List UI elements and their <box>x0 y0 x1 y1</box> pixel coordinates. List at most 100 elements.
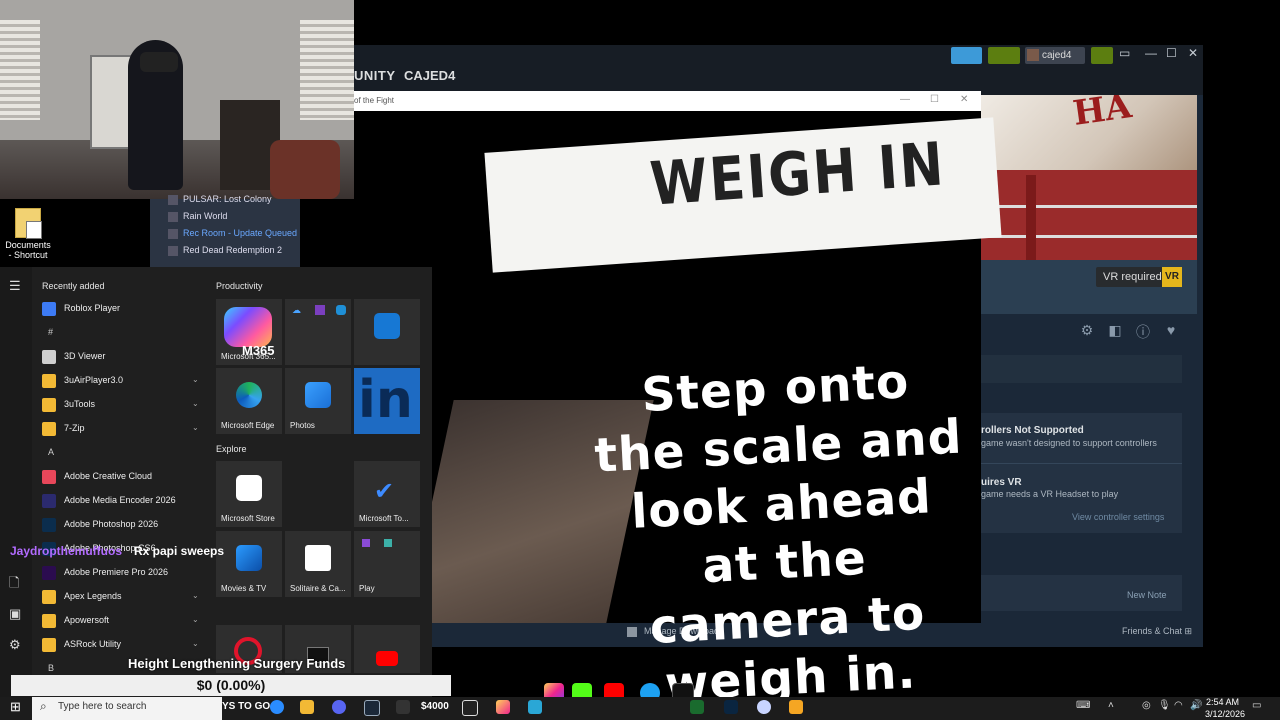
recent-game-item[interactable]: PULSAR: Lost Colony <box>168 194 272 205</box>
tile-m365[interactable]: M365 Microsoft 365... <box>216 299 282 365</box>
gear-icon[interactable]: ⚙ <box>1076 322 1098 342</box>
chevron-down-icon[interactable]: ⌄ <box>192 419 199 437</box>
heart-icon[interactable]: ♥ <box>1160 322 1182 342</box>
camera-icon[interactable]: ◎ <box>1142 700 1151 711</box>
recent-game-item[interactable]: Red Dead Redemption 2 <box>168 245 282 256</box>
maximize-icon[interactable]: ☐ <box>930 94 939 105</box>
keyboard-icon[interactable]: ⌨ <box>1076 700 1090 711</box>
goal-amount: $0 (0.00%) <box>196 677 266 693</box>
app-list-item[interactable]: Adobe Premiere Pro 2026 <box>42 563 168 581</box>
microphone-icon[interactable]: 🎙 <box>1158 700 1171 711</box>
steam-display-icon[interactable]: ▭ <box>1119 46 1130 60</box>
epic-icon[interactable] <box>396 700 410 714</box>
chevron-down-icon[interactable]: ⌄ <box>192 587 199 605</box>
nav-community[interactable]: UNITY <box>354 68 396 83</box>
search-placeholder: Type here to search <box>58 701 147 712</box>
app-list-item[interactable]: 3uAirPlayer3.0 ⌄ <box>42 371 199 389</box>
chat-message: Rx papi sweeps <box>134 544 225 558</box>
tile-photos[interactable]: Photos <box>285 368 351 434</box>
chevron-down-icon[interactable]: ⌄ <box>192 371 199 389</box>
tile-linkedin[interactable]: in <box>354 368 420 434</box>
friends-add-icon: ⊞ <box>1184 626 1193 636</box>
controller-icon[interactable]: ◧ <box>1104 322 1126 342</box>
tile-movies[interactable]: Movies & TV <box>216 531 282 597</box>
tile-outlook[interactable] <box>354 299 420 365</box>
new-note-button[interactable]: New Note <box>1127 590 1167 600</box>
app-label: ASRock Utility <box>64 639 122 649</box>
app-group-letter[interactable]: # <box>48 327 53 337</box>
app-icon <box>42 589 56 604</box>
account-menu-button[interactable]: cajed4 <box>1025 47 1085 64</box>
file-explorer-icon[interactable] <box>300 700 314 714</box>
recent-game-item[interactable]: Rain World <box>168 211 227 222</box>
app-label: Adobe Photoshop 2026 <box>64 519 159 529</box>
onedrive-icon: ☁ <box>292 305 301 315</box>
recent-game-item[interactable]: Rec Room - Update Queued <box>168 228 297 239</box>
app-list-item[interactable]: 3D Viewer <box>42 347 105 365</box>
app-list-item[interactable]: Adobe Creative Cloud <box>42 467 152 485</box>
app-list-item[interactable]: 7-Zip ⌄ <box>42 419 199 437</box>
vr-mode-button[interactable] <box>1091 47 1113 64</box>
volume-icon[interactable]: 🔊 <box>1190 700 1202 711</box>
chevron-down-icon[interactable]: ⌄ <box>192 635 199 653</box>
windows-start-icon[interactable]: ⊞ <box>10 699 21 715</box>
notifications-button[interactable] <box>988 47 1020 64</box>
minimize-icon[interactable]: — <box>900 94 910 105</box>
document-icon[interactable]: 🗋 <box>9 574 19 596</box>
info-icon[interactable]: ⓘ <box>1132 322 1154 342</box>
app-label: Apowersoft <box>64 615 110 625</box>
app-taskbar-icon[interactable] <box>757 700 771 714</box>
app-group-letter[interactable]: A <box>48 447 54 457</box>
tile-solitaire[interactable]: Solitaire & Ca... <box>285 531 351 597</box>
outlook-icon <box>374 313 400 339</box>
chevron-down-icon[interactable]: ⌄ <box>192 395 199 413</box>
minimize-icon[interactable]: — <box>1145 46 1157 60</box>
close-icon[interactable]: ✕ <box>1188 46 1198 60</box>
network-icon[interactable]: ◠ <box>1174 700 1183 711</box>
tile-youtube[interactable] <box>354 625 420 673</box>
desktop-icon-label: Documents - Shortcut <box>5 240 51 260</box>
app-list-item[interactable]: Apex Legends ⌄ <box>42 587 199 605</box>
close-icon[interactable]: ✕ <box>960 94 968 105</box>
app-taskbar-icon[interactable] <box>690 700 704 714</box>
app-taskbar-icon[interactable] <box>462 700 478 716</box>
app-taskbar-icon[interactable] <box>789 700 803 714</box>
pictures-icon[interactable]: ▣ <box>9 606 21 622</box>
discord-icon[interactable] <box>332 700 346 714</box>
tile-play[interactable]: Play <box>354 531 420 597</box>
app-taskbar-icon[interactable] <box>724 700 738 714</box>
game-titlebar[interactable] <box>354 91 981 111</box>
steam-taskbar-icon[interactable] <box>364 700 380 716</box>
gear-icon[interactable]: ⚙ <box>9 637 21 653</box>
app-list-item[interactable]: ASRock Utility ⌄ <box>42 635 199 653</box>
edge-taskbar-icon[interactable] <box>270 700 284 714</box>
app-list-item[interactable]: Adobe Photoshop 2026 <box>42 515 158 533</box>
hamburger-menu-icon[interactable]: ☰ <box>9 278 21 294</box>
instagram-taskbar-icon[interactable] <box>496 700 510 714</box>
app-taskbar-icon[interactable] <box>528 700 542 714</box>
notification-icon[interactable]: ▭ <box>1252 700 1261 711</box>
clock-time[interactable]: 2:54 AM <box>1206 697 1239 707</box>
maximize-icon[interactable]: ☐ <box>1166 46 1177 60</box>
app-group-letter[interactable]: B <box>48 663 54 673</box>
nav-username[interactable]: CAJED4 <box>404 68 455 83</box>
app-list-item[interactable]: 3uTools ⌄ <box>42 395 199 413</box>
app-list-item[interactable]: Adobe Media Encoder 2026 <box>42 491 176 509</box>
tile-edge[interactable]: Microsoft Edge <box>216 368 282 434</box>
clock-date[interactable]: 3/12/2026 <box>1205 709 1245 719</box>
app-list-item[interactable]: Roblox Player <box>42 299 120 317</box>
app-list-item[interactable]: Apowersoft ⌄ <box>42 611 199 629</box>
tile-office-group[interactable]: ☁ <box>285 299 351 365</box>
tile-todo[interactable]: ✔ Microsoft To... <box>354 461 420 527</box>
chevron-up-icon[interactable]: ˄ <box>1108 700 1114 711</box>
app-icon <box>42 637 56 652</box>
desktop-icon-documents[interactable]: Documents - Shortcut <box>4 208 52 260</box>
app-icon <box>42 301 56 316</box>
app-icon <box>42 565 56 580</box>
chevron-down-icon[interactable]: ⌄ <box>192 611 199 629</box>
controller-settings-link[interactable]: View controller settings <box>1072 512 1164 522</box>
game-icon <box>168 228 178 239</box>
friends-chat-button[interactable]: Friends & Chat ⊞ <box>1122 626 1192 637</box>
announcements-button[interactable] <box>951 47 982 64</box>
tile-store[interactable]: Microsoft Store <box>216 461 282 527</box>
